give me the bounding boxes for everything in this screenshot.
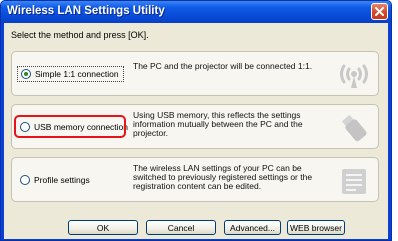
instruction-text: Select the method and press [OK]. xyxy=(11,30,149,40)
option-description: The PC and the projector will be connect… xyxy=(133,61,313,71)
option-description: Using USB memory, this reflects the sett… xyxy=(133,110,303,138)
usb-memory-icon xyxy=(342,115,367,142)
close-button[interactable] xyxy=(371,3,388,20)
profile-list-icon xyxy=(342,169,366,194)
close-icon xyxy=(375,7,384,16)
radio-button[interactable] xyxy=(21,69,31,79)
ok-button[interactable]: OK xyxy=(68,220,138,235)
red-highlight-box xyxy=(14,115,126,138)
option-description: The wireless LAN settings of your PC can… xyxy=(133,163,313,191)
web-browser-button[interactable]: WEB browser xyxy=(287,220,345,235)
cancel-button[interactable]: Cancel xyxy=(146,220,216,235)
dialog-body: Select the method and press [OK]. Simple… xyxy=(4,23,388,239)
option-label: Profile settings xyxy=(34,175,90,185)
option-profile-settings[interactable]: Profile settings The wireless LAN settin… xyxy=(11,157,379,202)
option-simple-connection[interactable]: Simple 1:1 connection The PC and the pro… xyxy=(11,51,379,96)
option-label: Simple 1:1 connection xyxy=(35,69,119,79)
wireless-signal-icon xyxy=(340,64,368,88)
window-title: Wireless LAN Settings Utility xyxy=(7,5,165,17)
radio-button[interactable] xyxy=(20,175,30,185)
advanced-button[interactable]: Advanced... xyxy=(224,220,281,235)
radio-simple-connection[interactable]: Simple 1:1 connection xyxy=(17,66,124,82)
title-bar[interactable]: Wireless LAN Settings Utility xyxy=(1,1,391,23)
radio-profile-settings[interactable]: Profile settings xyxy=(17,172,94,188)
dialog-window: Wireless LAN Settings Utility Select the… xyxy=(0,0,392,241)
option-usb-memory-connection[interactable]: USB memory connection Using USB memory, … xyxy=(11,104,379,149)
button-row: OK Cancel Advanced... WEB browser xyxy=(4,220,388,237)
